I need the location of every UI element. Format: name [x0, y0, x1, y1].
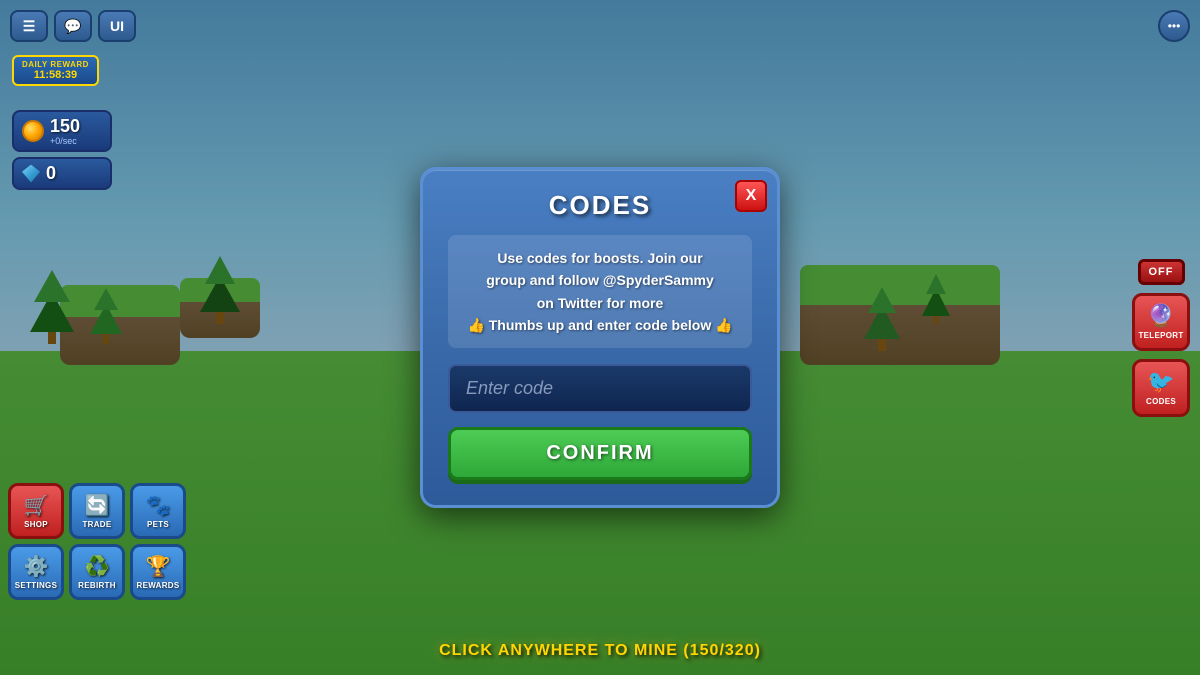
modal-description: Use codes for boosts. Join our group and… [448, 235, 752, 349]
desc-line4: 👍 Thumbs up and enter code below 👍 [467, 317, 732, 333]
modal-close-button[interactable]: X [735, 180, 767, 212]
desc-line2: group and follow @SpyderSammy [486, 272, 714, 288]
desc-line3: on Twitter for more [537, 295, 664, 311]
modal-backdrop: CODES X Use codes for boosts. Join our g… [0, 0, 1200, 675]
code-input-field[interactable] [448, 364, 752, 413]
modal-title: CODES [448, 190, 752, 221]
codes-modal: CODES X Use codes for boosts. Join our g… [420, 167, 780, 509]
desc-line1: Use codes for boosts. Join our [497, 250, 702, 266]
close-x-icon: X [746, 187, 757, 205]
confirm-button[interactable]: CONFIRM [448, 427, 752, 480]
